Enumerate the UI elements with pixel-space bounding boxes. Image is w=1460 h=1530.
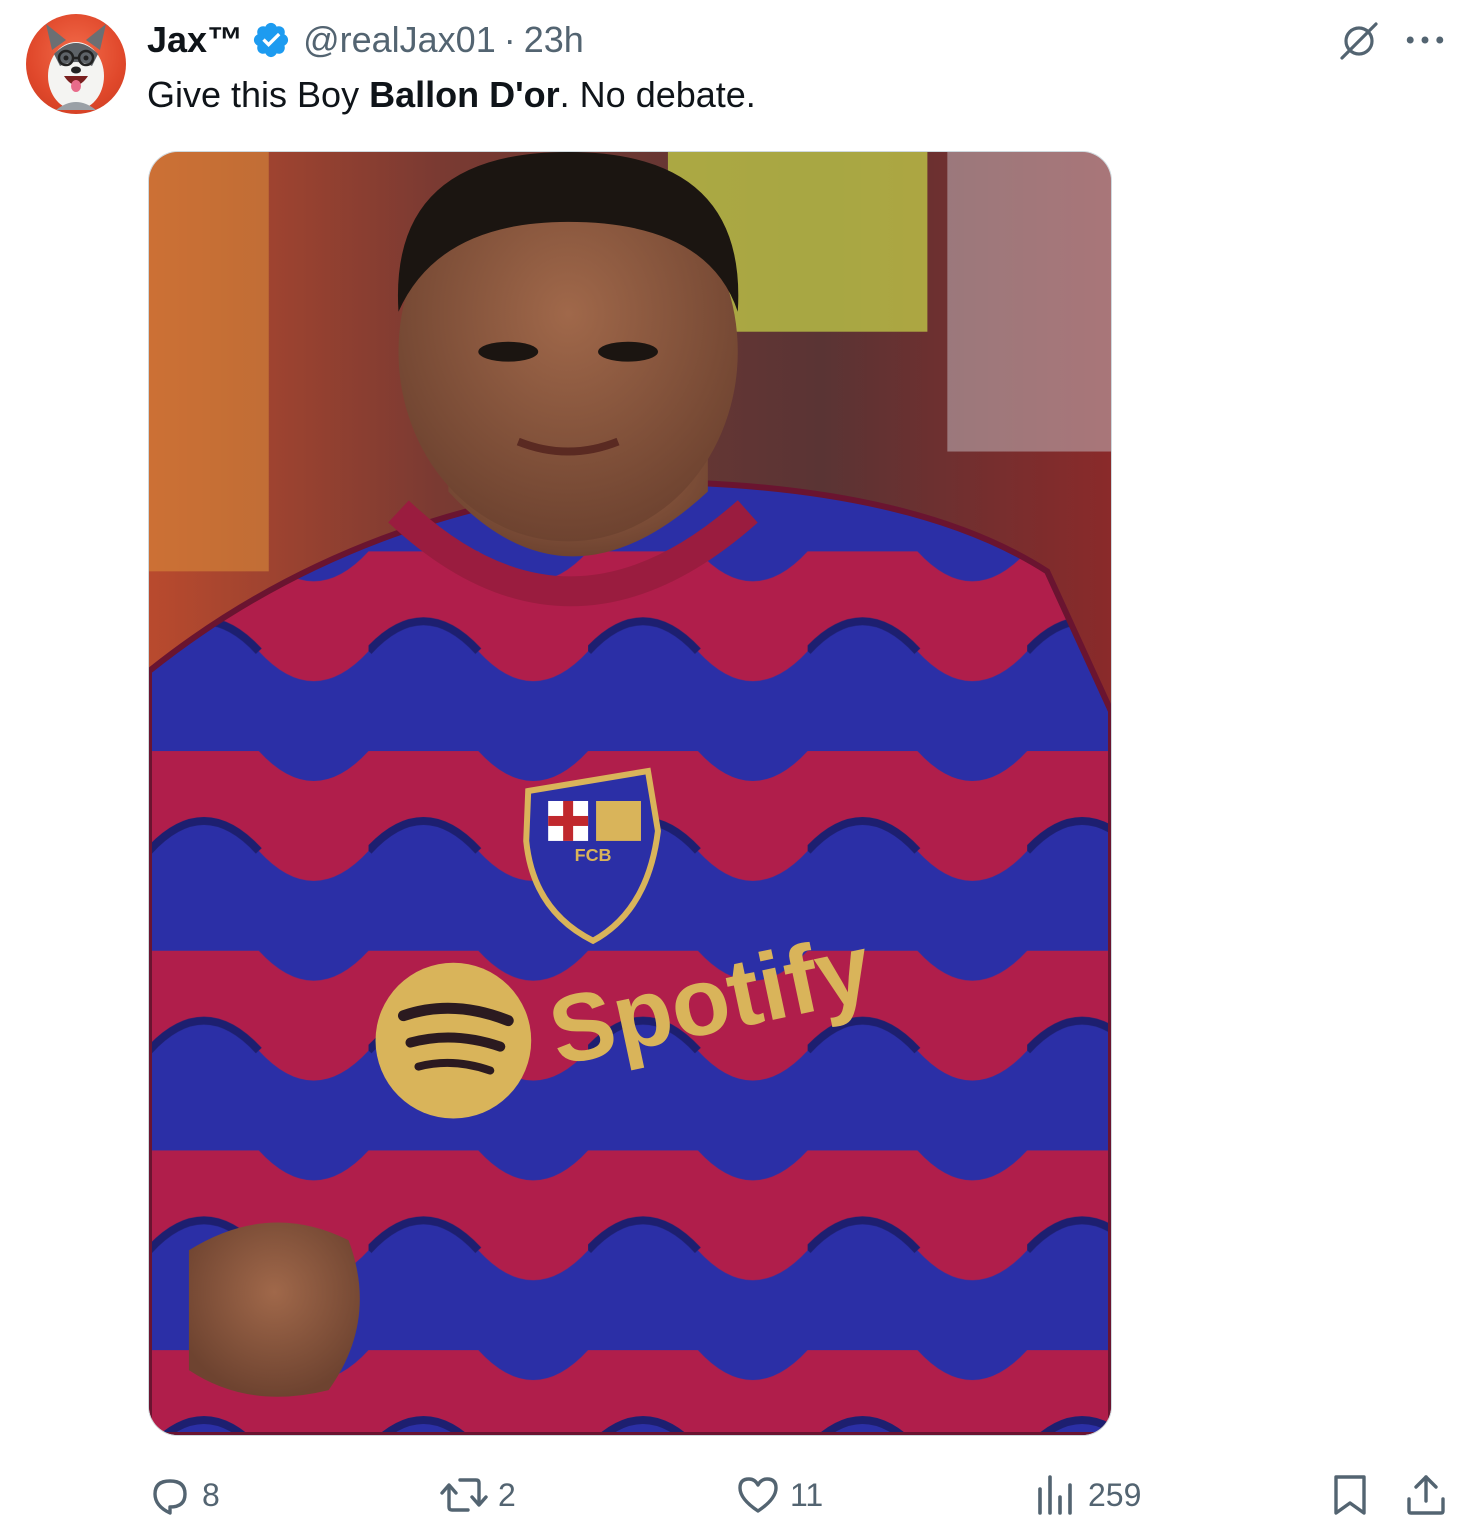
tweet-text-plain: Give this Boy <box>147 74 370 115</box>
views-count: 259 <box>1088 1476 1142 1513</box>
avatar[interactable] <box>26 14 126 114</box>
like-button[interactable]: 11 <box>736 1468 823 1522</box>
author-handle[interactable]: @realJax01 <box>303 19 496 61</box>
like-count: 11 <box>790 1476 824 1513</box>
separator-dot: · <box>503 19 516 60</box>
tweet-text-end: . No debate. <box>559 74 756 115</box>
heart-icon <box>738 1477 778 1513</box>
crest-text: FCB <box>575 845 612 865</box>
reply-count: 8 <box>202 1476 220 1513</box>
tweet-text: Give this Boy Ballon D'or. No debate. <box>147 72 756 118</box>
more-options-icon[interactable] <box>1402 20 1448 60</box>
player-photo-image: FCB Spotify <box>149 152 1111 1435</box>
bookmark-button[interactable] <box>1330 1468 1370 1522</box>
husky-dog-avatar-icon <box>46 24 106 110</box>
share-button[interactable] <box>1404 1468 1448 1522</box>
views-chart-icon <box>1038 1475 1072 1515</box>
grok-icon[interactable] <box>1336 18 1382 64</box>
verified-badge-icon[interactable] <box>251 20 291 60</box>
tweet-photo[interactable]: FCB Spotify <box>148 151 1112 1436</box>
repost-icon <box>440 1478 488 1512</box>
views-button[interactable]: 259 <box>1034 1468 1141 1522</box>
share-icon <box>1407 1475 1445 1515</box>
author-name[interactable]: Jax™ <box>147 19 243 61</box>
bookmark-icon <box>1334 1475 1366 1515</box>
repost-button[interactable]: 2 <box>440 1468 516 1522</box>
reply-button[interactable]: 8 <box>148 1468 220 1522</box>
tweet-text-bold: Ballon D'or <box>369 74 560 115</box>
tweet-header: Jax™ @realJax01 · 23h <box>147 18 584 62</box>
reply-icon <box>153 1479 187 1515</box>
timestamp[interactable]: 23h <box>524 19 584 61</box>
repost-count: 2 <box>498 1476 516 1513</box>
